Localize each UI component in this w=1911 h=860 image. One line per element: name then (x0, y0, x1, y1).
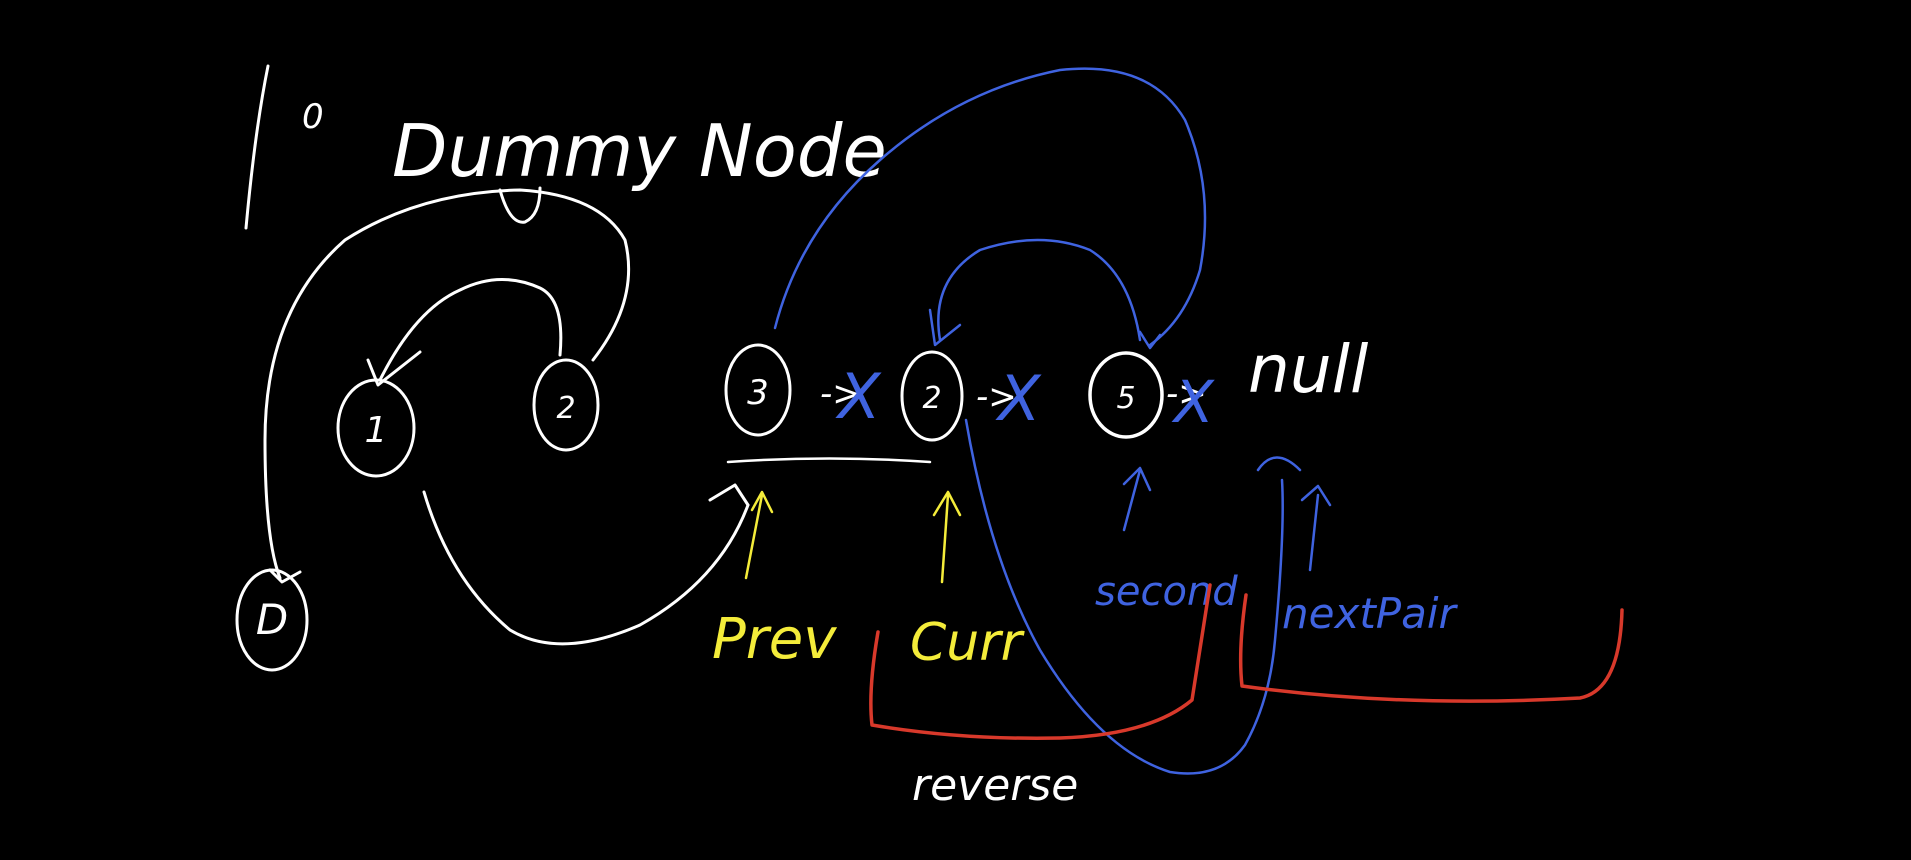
node-2-mid-label: 2 (922, 381, 941, 416)
node-dummy-label: D (256, 595, 288, 644)
second-label: second (1095, 569, 1238, 615)
heading-degree: 0 (302, 97, 324, 137)
curr-label: Curr (910, 613, 1026, 673)
curr-pointer-line (940, 493, 950, 584)
nextpair-pointer-line (1308, 493, 1320, 572)
cross-mark-2: X (995, 362, 1042, 435)
heading-title: Dummy Node (392, 109, 887, 193)
yellow-pointers: Prev Curr (712, 490, 1026, 673)
reverse-label: reverse (912, 760, 1078, 811)
heading-underline-hook (498, 186, 542, 224)
loop-2-to-dummy-line (263, 188, 631, 580)
right-list: 3 -> X 2 -> X 5 -> X null (724, 331, 1369, 464)
nextpair-hook (1256, 456, 1302, 472)
node-2-left-label: 2 (556, 391, 575, 426)
arc-5-back-to-2 (937, 238, 1142, 342)
node-1-label: 1 (365, 410, 388, 451)
second-pointer-line (1122, 468, 1142, 532)
arrow-2-to-1-line (378, 278, 563, 382)
heading: 0 Dummy Node (244, 64, 887, 230)
cross-mark-3: X (1171, 368, 1215, 436)
node-3-label: 3 (747, 373, 769, 413)
left-list: D 1 2 (235, 186, 750, 672)
arc-5-back-to-2-head (928, 308, 962, 347)
prev-label: Prev (712, 607, 837, 672)
node-5-label: 5 (1116, 381, 1135, 416)
heading-number-stroke (244, 64, 270, 230)
nextpair-label: nextPair (1282, 589, 1459, 638)
whiteboard-canvas: 0 Dummy Node D 1 2 3 -> X 2 -> X 5 -> X … (235, 64, 1624, 811)
arrow-1-to-3-head (708, 483, 750, 507)
pair-underline (726, 457, 932, 464)
arrow-1-to-3-line (422, 490, 750, 646)
null-label: null (1248, 331, 1369, 408)
cross-mark-1: X (835, 360, 882, 433)
